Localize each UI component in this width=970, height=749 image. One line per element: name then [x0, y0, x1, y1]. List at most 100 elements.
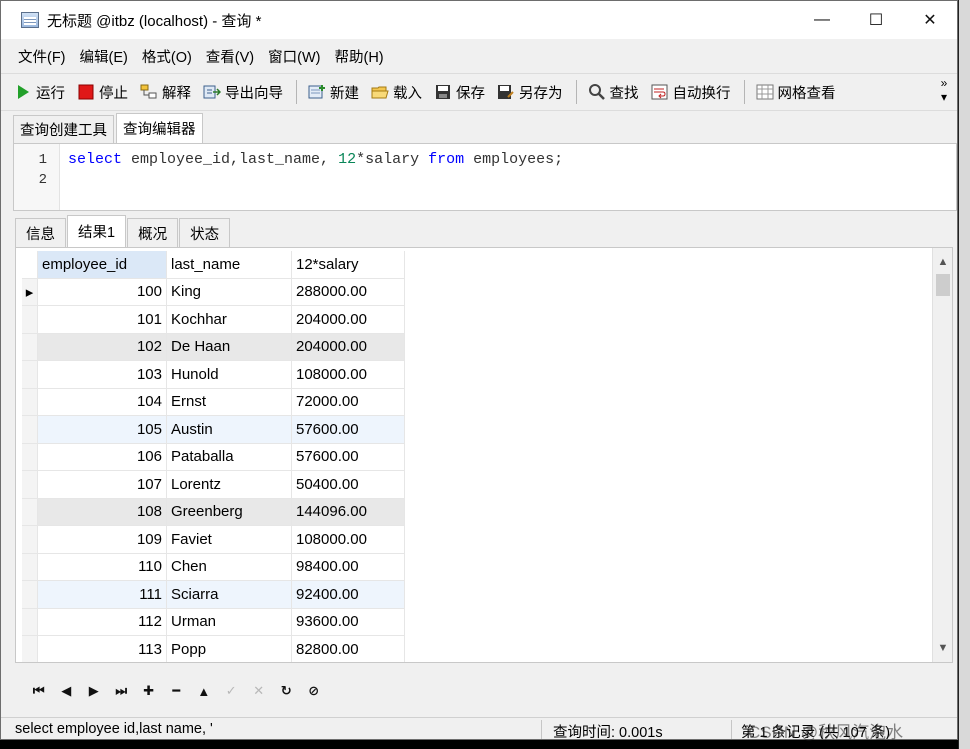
row-selector[interactable]	[22, 526, 38, 554]
table-row[interactable]: 113 Popp 82800.00	[22, 636, 405, 662]
stop-button[interactable]: 停止	[72, 79, 133, 106]
cell-last-name[interactable]: Popp	[167, 636, 292, 662]
cell-employee-id[interactable]: 105	[38, 416, 167, 444]
run-button[interactable]: 运行	[9, 79, 70, 106]
vertical-scrollbar[interactable]: ▲ ▼	[932, 248, 952, 662]
row-selector[interactable]	[22, 333, 38, 361]
row-selector[interactable]	[22, 581, 38, 609]
cell-salary[interactable]: 57600.00	[292, 416, 405, 444]
cell-employee-id[interactable]: 111	[38, 581, 167, 609]
close-button[interactable]: ✕	[903, 1, 957, 39]
cell-employee-id[interactable]: 106	[38, 443, 167, 471]
minimize-button[interactable]: —	[795, 1, 849, 39]
column-header-salary[interactable]: 12*salary	[292, 251, 405, 279]
table-row[interactable]: 104 Ernst 72000.00	[22, 388, 405, 416]
cell-employee-id[interactable]: 107	[38, 471, 167, 499]
row-selector[interactable]	[22, 553, 38, 581]
cell-salary[interactable]: 108000.00	[292, 526, 405, 554]
row-selector[interactable]	[22, 471, 38, 499]
tab-result1[interactable]: 结果1	[67, 215, 127, 247]
stop-fetch-icon[interactable]: ⊘	[300, 683, 328, 699]
cell-salary[interactable]: 50400.00	[292, 471, 405, 499]
explain-button[interactable]: 解释	[135, 79, 196, 106]
load-button[interactable]: 载入	[366, 79, 427, 106]
cell-last-name[interactable]: Chen	[167, 553, 292, 581]
cell-employee-id[interactable]: 110	[38, 553, 167, 581]
row-selector[interactable]	[22, 361, 38, 389]
grid-view-button[interactable]: 网格查看	[751, 79, 841, 106]
row-selector[interactable]	[22, 498, 38, 526]
result-grid[interactable]: employee_id last_name 12*salary ▸ 100 King…	[15, 247, 953, 663]
cell-employee-id[interactable]: 112	[38, 608, 167, 636]
menu-format[interactable]: 格式(O)	[135, 42, 199, 71]
column-header-last-name[interactable]: last_name	[167, 251, 292, 279]
row-selector[interactable]: ▸	[22, 278, 38, 306]
cell-employee-id[interactable]: 101	[38, 306, 167, 334]
table-row[interactable]: 105 Austin 57600.00	[22, 416, 405, 444]
export-wizard-button[interactable]: 导出向导	[198, 79, 288, 106]
cell-last-name[interactable]: Kochhar	[167, 306, 292, 334]
cell-salary[interactable]: 92400.00	[292, 581, 405, 609]
cell-last-name[interactable]: Faviet	[167, 526, 292, 554]
cell-last-name[interactable]: Austin	[167, 416, 292, 444]
apply-changes-icon[interactable]: ▲	[190, 684, 218, 699]
cell-employee-id[interactable]: 100	[38, 278, 167, 306]
cell-salary[interactable]: 82800.00	[292, 636, 405, 662]
previous-record-icon[interactable]: ◀	[53, 683, 81, 699]
row-selector[interactable]	[22, 306, 38, 334]
cell-salary[interactable]: 93600.00	[292, 608, 405, 636]
table-row[interactable]: 112 Urman 93600.00	[22, 608, 405, 636]
confirm-edit-icon[interactable]: ✓	[218, 683, 246, 699]
code-area[interactable]: select employee_id,last_name, 12*salary …	[68, 150, 563, 190]
cell-salary[interactable]: 98400.00	[292, 553, 405, 581]
table-row[interactable]: 106 Pataballa 57600.00	[22, 443, 405, 471]
scroll-up-arrow-icon[interactable]: ▲	[933, 252, 952, 272]
cell-last-name[interactable]: Hunold	[167, 361, 292, 389]
save-as-button[interactable]: 另存为	[492, 79, 568, 106]
new-button[interactable]: 新建	[303, 79, 364, 106]
cell-last-name[interactable]: Lorentz	[167, 471, 292, 499]
column-header-employee-id[interactable]: employee_id	[38, 251, 167, 279]
cell-salary[interactable]: 204000.00	[292, 306, 405, 334]
table-row[interactable]: 110 Chen 98400.00	[22, 553, 405, 581]
table-row[interactable]: ▸ 100 King 288000.00	[22, 278, 405, 306]
menu-file[interactable]: 文件(F)	[11, 42, 73, 71]
cell-employee-id[interactable]: 109	[38, 526, 167, 554]
tab-query-builder[interactable]: 查询创建工具	[13, 115, 114, 143]
cell-last-name[interactable]: Urman	[167, 608, 292, 636]
cell-salary[interactable]: 204000.00	[292, 333, 405, 361]
save-button[interactable]: 保存	[429, 79, 490, 106]
tab-query-editor[interactable]: 查询编辑器	[116, 113, 203, 143]
cell-salary[interactable]: 57600.00	[292, 443, 405, 471]
row-selector[interactable]	[22, 388, 38, 416]
cell-employee-id[interactable]: 102	[38, 333, 167, 361]
refresh-icon[interactable]: ↻	[273, 683, 301, 699]
find-button[interactable]: 查找	[583, 79, 644, 106]
table-row[interactable]: 103 Hunold 108000.00	[22, 361, 405, 389]
row-selector[interactable]	[22, 608, 38, 636]
row-selector[interactable]	[22, 443, 38, 471]
menu-edit[interactable]: 编辑(E)	[73, 42, 135, 71]
cell-salary[interactable]: 144096.00	[292, 498, 405, 526]
tab-info[interactable]: 信息	[15, 218, 66, 247]
last-record-icon[interactable]: ⏭	[108, 683, 136, 699]
menu-help[interactable]: 帮助(H)	[327, 42, 390, 71]
menu-window[interactable]: 窗口(W)	[261, 42, 327, 71]
cell-last-name[interactable]: Greenberg	[167, 498, 292, 526]
cell-salary[interactable]: 288000.00	[292, 278, 405, 306]
cell-employee-id[interactable]: 108	[38, 498, 167, 526]
delete-record-icon[interactable]: ━	[163, 683, 191, 699]
cell-employee-id[interactable]: 104	[38, 388, 167, 416]
word-wrap-button[interactable]: 自动换行	[646, 79, 736, 106]
maximize-button[interactable]: ☐	[849, 1, 903, 39]
cell-salary[interactable]: 72000.00	[292, 388, 405, 416]
cell-last-name[interactable]: King	[167, 278, 292, 306]
table-row[interactable]: 107 Lorentz 50400.00	[22, 471, 405, 499]
table-row[interactable]: 111 Sciarra 92400.00	[22, 581, 405, 609]
first-record-icon[interactable]: ⏮	[25, 683, 53, 699]
scrollbar-thumb[interactable]	[936, 274, 950, 296]
next-record-icon[interactable]: ▶	[80, 683, 108, 699]
scroll-down-arrow-icon[interactable]: ▼	[933, 638, 952, 658]
cell-last-name[interactable]: Ernst	[167, 388, 292, 416]
cell-last-name[interactable]: Pataballa	[167, 443, 292, 471]
